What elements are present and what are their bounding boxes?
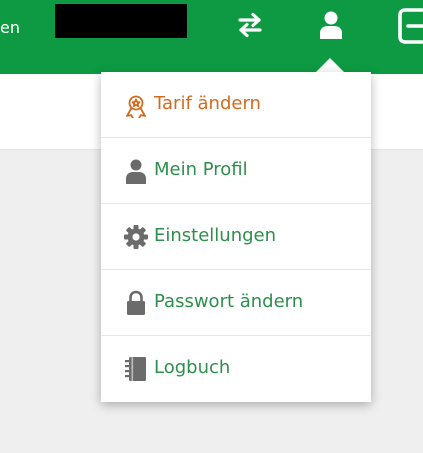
menu-item-label: Einstellungen [154, 225, 277, 246]
notebook-icon [125, 357, 146, 381]
menu-item-passwort-aendern[interactable]: Passwort ändern [101, 270, 371, 336]
menu-item-label: Passwort ändern [154, 291, 304, 312]
redacted-account-area [55, 4, 187, 38]
menu-item-label: Mein Profil [154, 159, 248, 180]
gear-icon [124, 225, 148, 249]
menu-item-logbuch[interactable]: Logbuch [101, 336, 371, 402]
lock-icon [127, 290, 145, 315]
menu-item-label: Tarif ändern [154, 93, 261, 114]
tariff-badge-icon [126, 95, 146, 118]
menu-item-tarif-aendern[interactable]: Tarif ändern [101, 72, 371, 138]
menu-item-label: Logbuch [154, 357, 231, 378]
user-icon [126, 159, 146, 184]
switch-arrows-icon[interactable] [236, 12, 264, 38]
user-icon[interactable] [317, 10, 345, 40]
header-text[interactable]: en [0, 18, 20, 38]
menu-item-einstellungen[interactable]: Einstellungen [101, 204, 371, 270]
menu-item-mein-profil[interactable]: Mein Profil [101, 138, 371, 204]
logout-icon[interactable] [396, 6, 423, 46]
profile-dropdown-menu: Tarif ändern Mein Profil Einstellungen P… [101, 72, 371, 402]
top-header: en [0, 0, 423, 74]
